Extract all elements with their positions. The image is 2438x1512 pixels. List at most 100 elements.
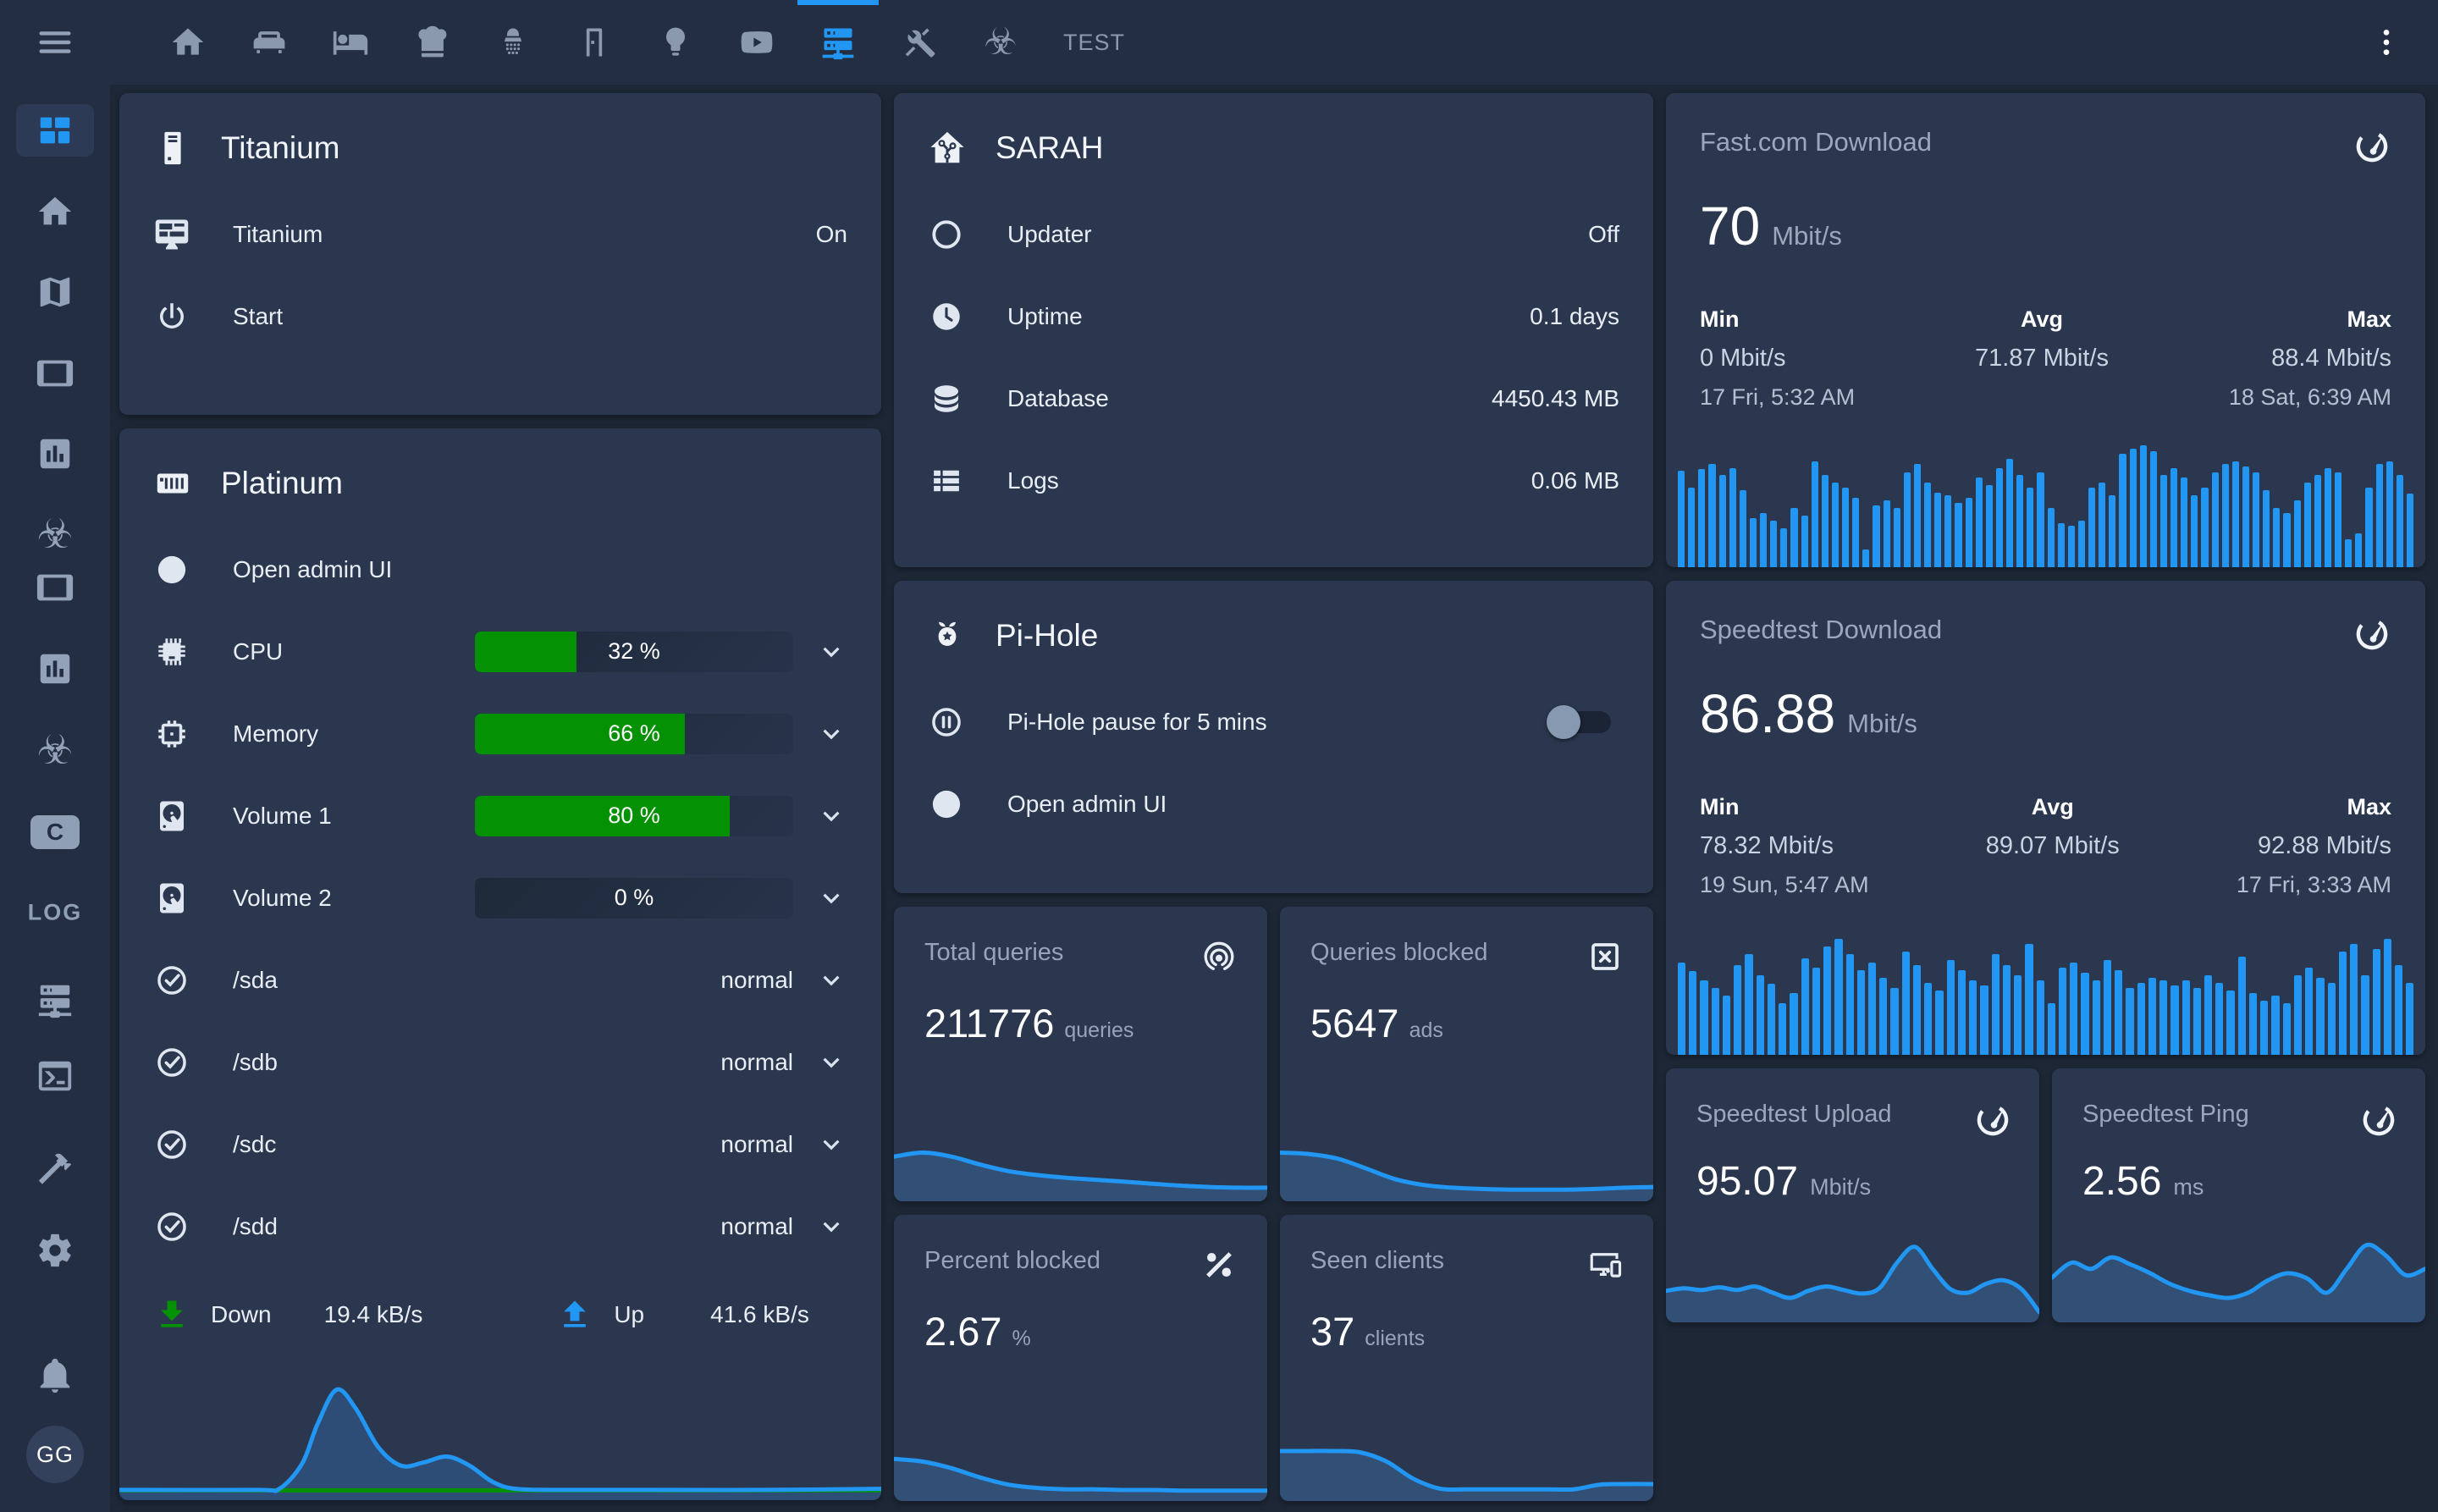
nav-tab-test[interactable]: TEST — [1063, 24, 1125, 61]
sidebar-item-terminal[interactable] — [36, 1057, 74, 1095]
entity-row-database[interactable]: Database4450.43 MB — [928, 357, 1619, 439]
sidebar: ☣ ☣ C LOG GG — [0, 0, 110, 1512]
stat-card-total-queries[interactable]: Total queries211776queries — [894, 907, 1267, 1201]
sparkline-chart — [894, 1123, 1267, 1201]
nav-tab-chef-hat[interactable] — [413, 24, 450, 61]
sidebar-item-stats-1[interactable] — [36, 434, 74, 473]
sidebar-item-log[interactable]: LOG — [28, 900, 83, 926]
sidebar-item-tablet-1[interactable] — [36, 354, 74, 393]
nav-tab-youtube[interactable] — [738, 24, 775, 61]
card-speedtest-ping[interactable]: Speedtest Ping2.56ms — [2052, 1068, 2425, 1322]
sidebar-item-notifications[interactable] — [36, 1355, 74, 1394]
speed-unit: Mbit/s — [1810, 1174, 1871, 1200]
min-time: 17 Fri, 5:32 AM — [1700, 384, 1855, 411]
row-label: Volume 2 — [233, 885, 475, 912]
sidebar-item-biohazard-2[interactable]: ☣ — [36, 731, 73, 771]
sidebar-item-developer-tools[interactable] — [36, 1149, 74, 1188]
nav-tab-server-network[interactable] — [819, 24, 857, 61]
sidebar-item-server[interactable] — [36, 980, 74, 1019]
entity-row-pi-hole-pause-for-5-mins[interactable]: Pi-Hole pause for 5 mins — [928, 681, 1619, 763]
progress-value: 32 % — [475, 632, 793, 672]
nav-tab-shower[interactable] — [494, 24, 532, 61]
entity-row-logs[interactable]: Logs0.06 MB — [928, 439, 1619, 521]
sidebar-item-menu[interactable] — [36, 23, 74, 62]
chevron-down-icon[interactable] — [815, 636, 847, 668]
row-label: Database — [1007, 385, 1492, 412]
entity-row-titanium[interactable]: TitaniumOn — [153, 193, 847, 275]
sidebar-item-biohazard-1[interactable]: ☣ — [36, 515, 73, 555]
nav-tab-door[interactable] — [576, 24, 613, 61]
chevron-down-icon[interactable] — [815, 800, 847, 832]
chevron-down-icon[interactable] — [815, 1046, 847, 1079]
network-history-graph — [119, 1371, 881, 1500]
sidebar-item-tablet-2[interactable] — [36, 568, 74, 607]
card-speedtest-upload[interactable]: Speedtest Upload95.07Mbit/s — [1666, 1068, 2039, 1322]
stat-card-seen-clients[interactable]: Seen clients37clients — [1280, 1215, 1653, 1501]
card-fastcom-download[interactable]: Fast.com Download70Mbit/sMin0 Mbit/s17 F… — [1666, 93, 2425, 567]
topbar: ☣ TEST — [110, 0, 2438, 85]
nav-tab-biohazard[interactable]: ☣ — [982, 24, 1019, 61]
sidebar-item-c-badge[interactable]: C — [30, 815, 80, 849]
stat-title: Percent blocked — [924, 1247, 1100, 1275]
entity-row-cpu[interactable]: CPU32 % — [153, 610, 847, 693]
entity-row-volume-2[interactable]: Volume 20 % — [153, 857, 847, 939]
speed-value: 70 — [1700, 195, 1760, 257]
stat-card-queries-blocked[interactable]: Queries blocked5647ads — [1280, 907, 1653, 1201]
close-box-icon — [1587, 939, 1623, 974]
entity-row-open-admin-ui[interactable]: Open admin UI — [928, 763, 1619, 845]
nav-tab-home[interactable] — [169, 24, 207, 61]
sidebar-item-settings[interactable] — [36, 1231, 74, 1270]
active-tab-indicator — [797, 0, 879, 5]
stat-unit: queries — [1064, 1018, 1134, 1043]
nav-tab-bed[interactable] — [332, 24, 369, 61]
stat-value: 5647 — [1310, 1000, 1399, 1046]
chevron-down-icon[interactable] — [815, 718, 847, 750]
max-value: 92.88 Mbit/s — [2237, 832, 2391, 860]
stat-title: Queries blocked — [1310, 939, 1488, 967]
chevron-down-icon[interactable] — [815, 1211, 847, 1243]
sidebar-item-home[interactable] — [36, 192, 74, 231]
nav-tab-tools[interactable] — [901, 24, 938, 61]
stat-title: Total queries — [924, 939, 1063, 967]
overflow-menu-button[interactable] — [2369, 25, 2403, 59]
entity-row-sdd[interactable]: /sddnormal — [153, 1185, 847, 1267]
entity-row-start[interactable]: Start — [153, 275, 847, 357]
row-label: Updater — [1007, 221, 1588, 248]
sidebar-item-dashboard[interactable] — [16, 104, 94, 157]
chevron-down-icon[interactable] — [815, 1128, 847, 1161]
entity-row-sdb[interactable]: /sdbnormal — [153, 1021, 847, 1103]
entity-row-volume-1[interactable]: Volume 180 % — [153, 775, 847, 857]
chevron-down-icon[interactable] — [815, 882, 847, 914]
card-speedtest-download[interactable]: Speedtest Download86.88Mbit/sMin78.32 Mb… — [1666, 581, 2425, 1055]
pause-circle-icon — [928, 704, 965, 740]
row-label: /sdd — [233, 1213, 720, 1240]
nav-tab-sofa[interactable] — [251, 24, 288, 61]
nav-tab-lightbulb[interactable] — [657, 24, 694, 61]
entity-row-sda[interactable]: /sdanormal — [153, 939, 847, 1021]
sidebar-item-map[interactable] — [36, 273, 74, 312]
card-platinum: Platinum Open admin UICPU32 %Memory66 %V… — [119, 428, 881, 1500]
min-value: 78.32 Mbit/s — [1700, 832, 1869, 860]
entity-row-open-admin-ui[interactable]: Open admin UI — [153, 528, 847, 610]
entity-row-uptime[interactable]: Uptime0.1 days — [928, 275, 1619, 357]
sparkline-chart — [894, 1423, 1267, 1501]
entity-row-sdc[interactable]: /sdcnormal — [153, 1103, 847, 1185]
chevron-down-icon[interactable] — [815, 964, 847, 996]
toggle-switch[interactable] — [1547, 705, 1619, 739]
sparkline-chart — [1666, 1222, 2039, 1322]
sidebar-item-stats-2[interactable] — [36, 649, 74, 688]
card-title: Speedtest Upload — [1696, 1101, 1892, 1128]
min-label: Min — [1700, 794, 1869, 820]
avatar[interactable]: GG — [26, 1426, 84, 1483]
entity-row-updater[interactable]: UpdaterOff — [928, 193, 1619, 275]
view-list-icon — [928, 463, 965, 499]
row-value: normal — [720, 1213, 793, 1240]
sidebar-item-user[interactable]: GG — [26, 1426, 84, 1483]
max-label: Max — [2229, 306, 2391, 333]
stat-card-percent-blocked[interactable]: Percent blocked2.67% — [894, 1215, 1267, 1501]
check-circle-icon — [153, 1127, 190, 1162]
c-badge-icon: C — [30, 815, 80, 849]
entity-row-memory[interactable]: Memory66 % — [153, 693, 847, 775]
view-dashboard-icon — [16, 104, 94, 157]
up-value: 41.6 kB/s — [710, 1301, 809, 1328]
